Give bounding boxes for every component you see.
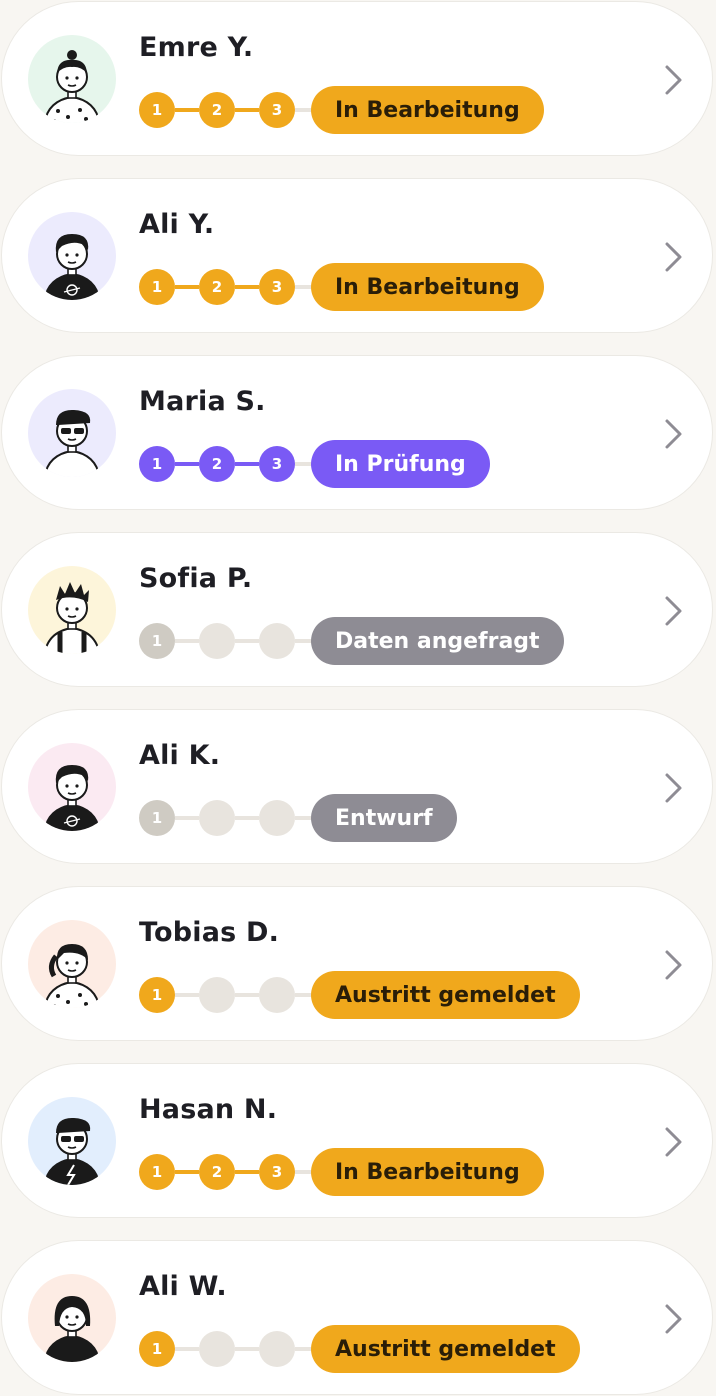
status-badge: In Bearbeitung <box>311 86 544 134</box>
progress-stepper: 1 <box>139 1329 319 1367</box>
employee-name: Emre Y. <box>139 32 254 63</box>
avatar <box>28 212 116 300</box>
employee-card[interactable]: Tobias D. 1 Austritt gemeldet <box>1 886 713 1041</box>
employee-name: Maria S. <box>139 386 266 417</box>
step-2: 2 <box>199 269 235 305</box>
step-3 <box>259 1331 295 1367</box>
step-2: 2 <box>199 446 235 482</box>
status-badge: In Bearbeitung <box>311 1148 544 1196</box>
employee-card[interactable]: Ali K. 1 Entwurf <box>1 709 713 864</box>
status-badge: In Prüfung <box>311 440 490 488</box>
stepper-connector <box>235 285 259 289</box>
chevron-right-icon[interactable] <box>658 416 688 452</box>
step-3 <box>259 800 295 836</box>
stepper-connector <box>235 993 259 997</box>
employee-name: Ali K. <box>139 740 221 771</box>
step-2: 2 <box>199 92 235 128</box>
stepper-connector <box>235 1170 259 1174</box>
stepper-connector <box>235 816 259 820</box>
person-spiky-hair-suspenders-avatar <box>43 582 101 654</box>
step-3: 3 <box>259 1154 295 1190</box>
employee-card[interactable]: Maria S. 1 2 3 In Prüfung <box>1 355 713 510</box>
status-badge: In Bearbeitung <box>311 263 544 311</box>
step-2 <box>199 800 235 836</box>
stepper-connector <box>235 108 259 112</box>
stepper-connector <box>175 285 199 289</box>
employee-card[interactable]: Ali Y. 1 2 3 In Bearbeitung <box>1 178 713 333</box>
employee-list: Emre Y. 1 2 3 In Bearbeitung Ali Y. 1 2 3 In Bear… <box>0 0 716 1396</box>
person-planet-shirt-avatar <box>43 234 101 300</box>
avatar <box>28 1274 116 1362</box>
person-long-hair-black-shirt-avatar <box>43 1296 101 1362</box>
step-2: 2 <box>199 1154 235 1190</box>
step-1: 1 <box>139 623 175 659</box>
progress-stepper: 123 <box>139 267 319 305</box>
stepper-connector <box>235 1347 259 1351</box>
status-badge: Austritt gemeldet <box>311 971 580 1019</box>
step-1: 1 <box>139 446 175 482</box>
step-1: 1 <box>139 1154 175 1190</box>
progress-stepper: 1 <box>139 621 319 659</box>
chevron-right-icon[interactable] <box>658 239 688 275</box>
person-planet-shirt-jacket-avatar <box>43 765 101 831</box>
employee-card[interactable]: Emre Y. 1 2 3 In Bearbeitung <box>1 1 713 156</box>
person-ponytail-dotted-shirt-avatar <box>43 944 101 1008</box>
avatar <box>28 35 116 123</box>
step-3 <box>259 977 295 1013</box>
stepper-connector <box>235 639 259 643</box>
person-bun-dotted-shirt-avatar <box>43 50 101 123</box>
step-2 <box>199 623 235 659</box>
step-1: 1 <box>139 1331 175 1367</box>
step-3: 3 <box>259 269 295 305</box>
stepper-connector <box>175 462 199 466</box>
progress-stepper: 123 <box>139 444 319 482</box>
chevron-right-icon[interactable] <box>658 770 688 806</box>
status-badge: Daten angefragt <box>311 617 564 665</box>
status-badge: Entwurf <box>311 794 457 842</box>
avatar <box>28 743 116 831</box>
avatar <box>28 389 116 477</box>
person-sunglasses-bolt-shirt-avatar <box>43 1117 101 1185</box>
step-2 <box>199 1331 235 1367</box>
progress-stepper: 1 <box>139 975 319 1013</box>
progress-stepper: 123 <box>139 1152 319 1190</box>
chevron-right-icon[interactable] <box>658 1124 688 1160</box>
employee-name: Tobias D. <box>139 917 280 948</box>
step-1: 1 <box>139 800 175 836</box>
stepper-connector <box>175 993 199 997</box>
stepper-connector <box>235 462 259 466</box>
status-badge: Austritt gemeldet <box>311 1325 580 1373</box>
avatar <box>28 920 116 1008</box>
person-sunglasses-hoodie-avatar <box>43 409 101 477</box>
chevron-right-icon[interactable] <box>658 947 688 983</box>
stepper-connector <box>175 1347 199 1351</box>
step-3: 3 <box>259 92 295 128</box>
chevron-right-icon[interactable] <box>658 62 688 98</box>
employee-card[interactable]: Hasan N. 1 2 3 In Bearbeitung <box>1 1063 713 1218</box>
employee-name: Ali W. <box>139 1271 227 1302</box>
employee-name: Hasan N. <box>139 1094 278 1125</box>
employee-card[interactable]: Ali W. 1 Austritt gemeldet <box>1 1240 713 1395</box>
step-3: 3 <box>259 446 295 482</box>
stepper-connector <box>175 1170 199 1174</box>
step-1: 1 <box>139 92 175 128</box>
avatar <box>28 566 116 654</box>
step-2 <box>199 977 235 1013</box>
stepper-connector <box>175 639 199 643</box>
progress-stepper: 1 <box>139 798 319 836</box>
stepper-connector <box>175 108 199 112</box>
step-3 <box>259 623 295 659</box>
step-1: 1 <box>139 269 175 305</box>
step-1: 1 <box>139 977 175 1013</box>
chevron-right-icon[interactable] <box>658 593 688 629</box>
employee-name: Sofia P. <box>139 563 253 594</box>
stepper-connector <box>175 816 199 820</box>
employee-card[interactable]: Sofia P. 1 Daten angefragt <box>1 532 713 687</box>
chevron-right-icon[interactable] <box>658 1301 688 1337</box>
avatar <box>28 1097 116 1185</box>
progress-stepper: 123 <box>139 90 319 128</box>
employee-name: Ali Y. <box>139 209 215 240</box>
